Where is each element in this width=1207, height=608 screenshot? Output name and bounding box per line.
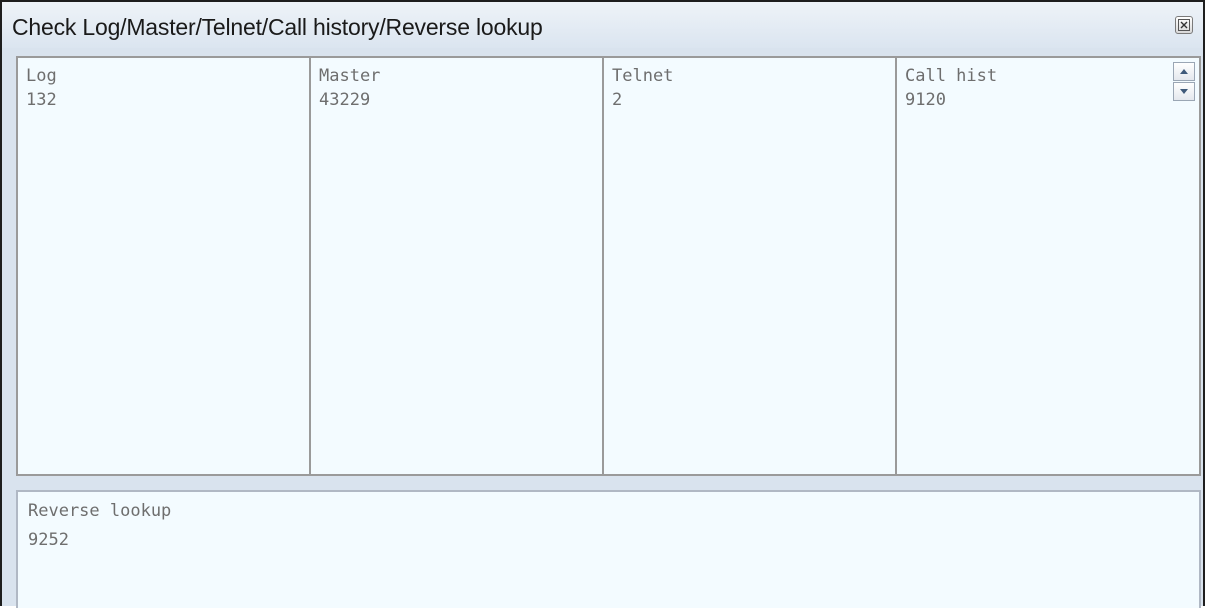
pane-telnet-label: Telnet [612,66,674,86]
pane-master[interactable]: Master 43229 [311,58,604,474]
scroll-down-button[interactable] [1173,82,1195,101]
pane-master-value: 43229 [319,90,371,110]
pane-call-history-value: 9120 [905,90,946,110]
pane-master-label: Master [319,66,381,86]
pane-telnet[interactable]: Telnet 2 [604,58,897,474]
pane-log[interactable]: Log 132 [18,58,311,474]
window-title: Check Log/Master/Telnet/Call history/Rev… [12,14,543,40]
top-panes: Log 132 Master 43229 Telnet 2 Call hist … [16,56,1201,476]
pane-log-label: Log [26,66,57,86]
arrow-down-icon [1180,89,1188,94]
pane-reverse-lookup-value: 9252 [28,530,69,550]
scroll-up-button[interactable] [1173,62,1195,81]
pane-call-history[interactable]: Call hist 9120 [897,58,1199,474]
title-bar[interactable]: Check Log/Master/Telnet/Call history/Rev… [2,2,1203,48]
pane-telnet-value: 2 [612,90,623,110]
pane-log-value: 132 [26,90,57,110]
close-button[interactable] [1175,16,1193,34]
close-icon [1178,19,1190,31]
pane-call-history-label: Call hist [905,66,998,86]
splitter[interactable] [16,476,1201,488]
arrow-up-icon [1180,69,1188,74]
check-log-window: Check Log/Master/Telnet/Call history/Rev… [0,0,1205,608]
pane-reverse-lookup-label: Reverse lookup [28,501,172,521]
pane-reverse-lookup[interactable]: Reverse lookup 9252 [16,490,1201,608]
